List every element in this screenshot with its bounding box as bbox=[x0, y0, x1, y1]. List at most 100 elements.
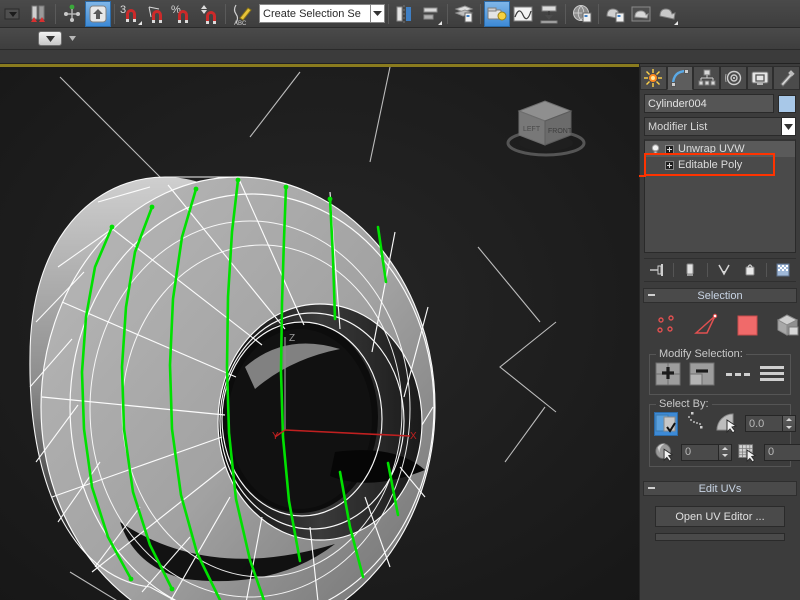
modifier-list-dropdown-arrow[interactable] bbox=[782, 117, 796, 136]
grow-selection-button[interactable] bbox=[654, 361, 684, 390]
viewport-layout-dropdown[interactable] bbox=[38, 31, 62, 46]
unlink-selection-icon[interactable] bbox=[59, 1, 85, 27]
snaps-toggle-icon[interactable]: 3 bbox=[118, 1, 144, 27]
selection-set-dropdown-arrow[interactable] bbox=[371, 4, 385, 23]
layer-manager-icon[interactable] bbox=[451, 1, 477, 27]
command-panel: Cylinder004 Modifier List Unwrap UVW Edi… bbox=[639, 64, 800, 600]
3dsmax-window: 3 % ABC Create Selection Se Z X Y LEFT F… bbox=[0, 0, 800, 600]
spinner-down-icon[interactable] bbox=[722, 454, 728, 458]
material-editor-icon[interactable] bbox=[569, 1, 595, 27]
open-uv-editor-button[interactable]: Open UV Editor ... bbox=[655, 506, 785, 527]
schematic-view-icon[interactable] bbox=[536, 1, 562, 27]
toolbar-separator bbox=[447, 3, 448, 24]
toolbar-separator bbox=[225, 3, 226, 24]
edge-mode[interactable] bbox=[693, 313, 723, 340]
modify-selection-legend: Modify Selection: bbox=[656, 348, 746, 360]
toolbar-separator bbox=[388, 3, 389, 24]
spinner-up-icon[interactable] bbox=[786, 418, 792, 422]
material-id-field[interactable]: 0 bbox=[764, 443, 800, 461]
ring-uv-button[interactable] bbox=[760, 365, 786, 386]
remove-modifier-icon[interactable] bbox=[741, 261, 759, 279]
angle-snap-toggle-icon[interactable] bbox=[144, 1, 170, 27]
render-setup-icon[interactable] bbox=[484, 0, 510, 27]
show-end-result-icon[interactable] bbox=[681, 261, 699, 279]
perspective-viewport[interactable]: Z X Y LEFT FRONT bbox=[0, 64, 639, 600]
select-by-material-id-button[interactable] bbox=[737, 442, 759, 463]
planar-angle-spinner[interactable]: 0.0 bbox=[745, 415, 796, 432]
expand-plus-icon[interactable] bbox=[665, 160, 674, 170]
create-tab[interactable] bbox=[640, 66, 667, 90]
edit-uvs-rollout: Edit UVs Open UV Editor ... bbox=[643, 481, 797, 545]
select-element-button[interactable] bbox=[773, 312, 800, 341]
viewport-layout-flyout-arrow[interactable] bbox=[67, 32, 77, 46]
render-iterative-icon[interactable] bbox=[654, 1, 680, 27]
select-by-smoothing-group-button[interactable] bbox=[654, 442, 676, 462]
smoothing-group-field[interactable]: 0 bbox=[681, 443, 719, 461]
selection-rollout-body: Modify Selection: Select By: 0.0 0 0 bbox=[643, 303, 800, 475]
svg-text:ABC: ABC bbox=[234, 21, 247, 26]
stack-item-unwrap-uvw[interactable]: Unwrap UVW bbox=[645, 141, 795, 157]
planar-angle-field[interactable]: 0.0 bbox=[745, 415, 783, 432]
annotation-highlight-leader bbox=[639, 175, 646, 177]
face-mode[interactable] bbox=[735, 313, 761, 340]
ignore-backfacing-toggle[interactable] bbox=[654, 411, 678, 436]
modify-tab[interactable] bbox=[666, 66, 694, 90]
edit-uvs-rollout-header[interactable]: Edit UVs bbox=[643, 481, 797, 496]
stack-item-label: Editable Poly bbox=[678, 159, 743, 171]
main-toolbar: 3 % ABC Create Selection Se bbox=[0, 0, 800, 28]
object-name-row: Cylinder004 bbox=[640, 90, 800, 115]
toolbar-separator bbox=[114, 3, 115, 24]
edit-uvs-next-control[interactable] bbox=[655, 533, 785, 541]
planar-angle-icon[interactable] bbox=[714, 411, 740, 436]
viewcube[interactable]: LEFT FRONT bbox=[501, 87, 591, 162]
planar-angle-arrows[interactable] bbox=[783, 415, 796, 432]
material-id-spinner[interactable]: 0 bbox=[764, 443, 800, 461]
sub-object-mode-row bbox=[645, 306, 799, 345]
named-selection-set-input[interactable]: Create Selection Se bbox=[259, 4, 371, 23]
svg-text:X: X bbox=[410, 431, 417, 442]
render-production-icon[interactable] bbox=[602, 1, 628, 27]
loop-uv-button[interactable] bbox=[726, 369, 754, 382]
render-frame-window-icon[interactable] bbox=[628, 1, 654, 27]
make-unique-icon[interactable] bbox=[715, 261, 733, 279]
select-and-link-icon[interactable] bbox=[26, 1, 52, 27]
object-color-swatch[interactable] bbox=[778, 94, 796, 113]
edit-named-selection-sets-icon[interactable]: ABC bbox=[229, 1, 255, 27]
align-icon[interactable] bbox=[418, 1, 444, 27]
percent-snap-toggle-icon[interactable]: % bbox=[170, 1, 196, 27]
flyout-corner-icon bbox=[438, 20, 442, 25]
spinner-up-icon[interactable] bbox=[722, 446, 728, 450]
svg-text:3: 3 bbox=[120, 4, 126, 16]
hierarchy-tab[interactable] bbox=[693, 66, 721, 90]
utilities-tab[interactable] bbox=[773, 66, 800, 90]
spinner-snap-toggle-icon[interactable] bbox=[196, 1, 222, 27]
toolbar-separator bbox=[598, 3, 599, 24]
smoothing-group-arrows[interactable] bbox=[719, 443, 732, 461]
expand-plus-icon[interactable] bbox=[665, 144, 674, 154]
flyout-corner-icon bbox=[138, 20, 142, 25]
configure-modifier-sets-icon[interactable] bbox=[774, 261, 792, 279]
pin-stack-icon[interactable] bbox=[648, 261, 666, 279]
spinner-down-icon[interactable] bbox=[786, 425, 792, 429]
shrink-selection-button[interactable] bbox=[688, 361, 718, 390]
selection-rollout-header[interactable]: Selection bbox=[643, 288, 797, 303]
modifier-stack-toolbar bbox=[644, 258, 796, 282]
stack-item-editable-poly[interactable]: Editable Poly bbox=[645, 157, 795, 173]
modifier-stack[interactable]: Unwrap UVW Editable Poly bbox=[644, 139, 796, 253]
mirror-icon[interactable] bbox=[392, 1, 418, 27]
select-by-group: Select By: 0.0 0 0 bbox=[649, 398, 800, 467]
modify-selection-group: Modify Selection: bbox=[649, 348, 791, 395]
display-tab[interactable] bbox=[746, 66, 774, 90]
vertex-mode[interactable] bbox=[655, 314, 681, 339]
edit-uvs-rollout-body: Open UV Editor ... bbox=[643, 496, 797, 545]
curve-editor-icon[interactable] bbox=[510, 1, 536, 27]
flyout-corner-icon bbox=[674, 20, 678, 25]
undo-dropdown-icon[interactable] bbox=[0, 1, 26, 27]
bind-to-space-warp-icon[interactable] bbox=[85, 0, 111, 27]
motion-tab[interactable] bbox=[720, 66, 747, 90]
separator bbox=[706, 263, 708, 277]
light-bulb-icon[interactable] bbox=[650, 143, 661, 155]
modifier-list-dropdown[interactable]: Modifier List bbox=[644, 117, 782, 136]
object-name-input[interactable]: Cylinder004 bbox=[644, 94, 774, 113]
smoothing-group-spinner[interactable]: 0 bbox=[681, 443, 732, 461]
